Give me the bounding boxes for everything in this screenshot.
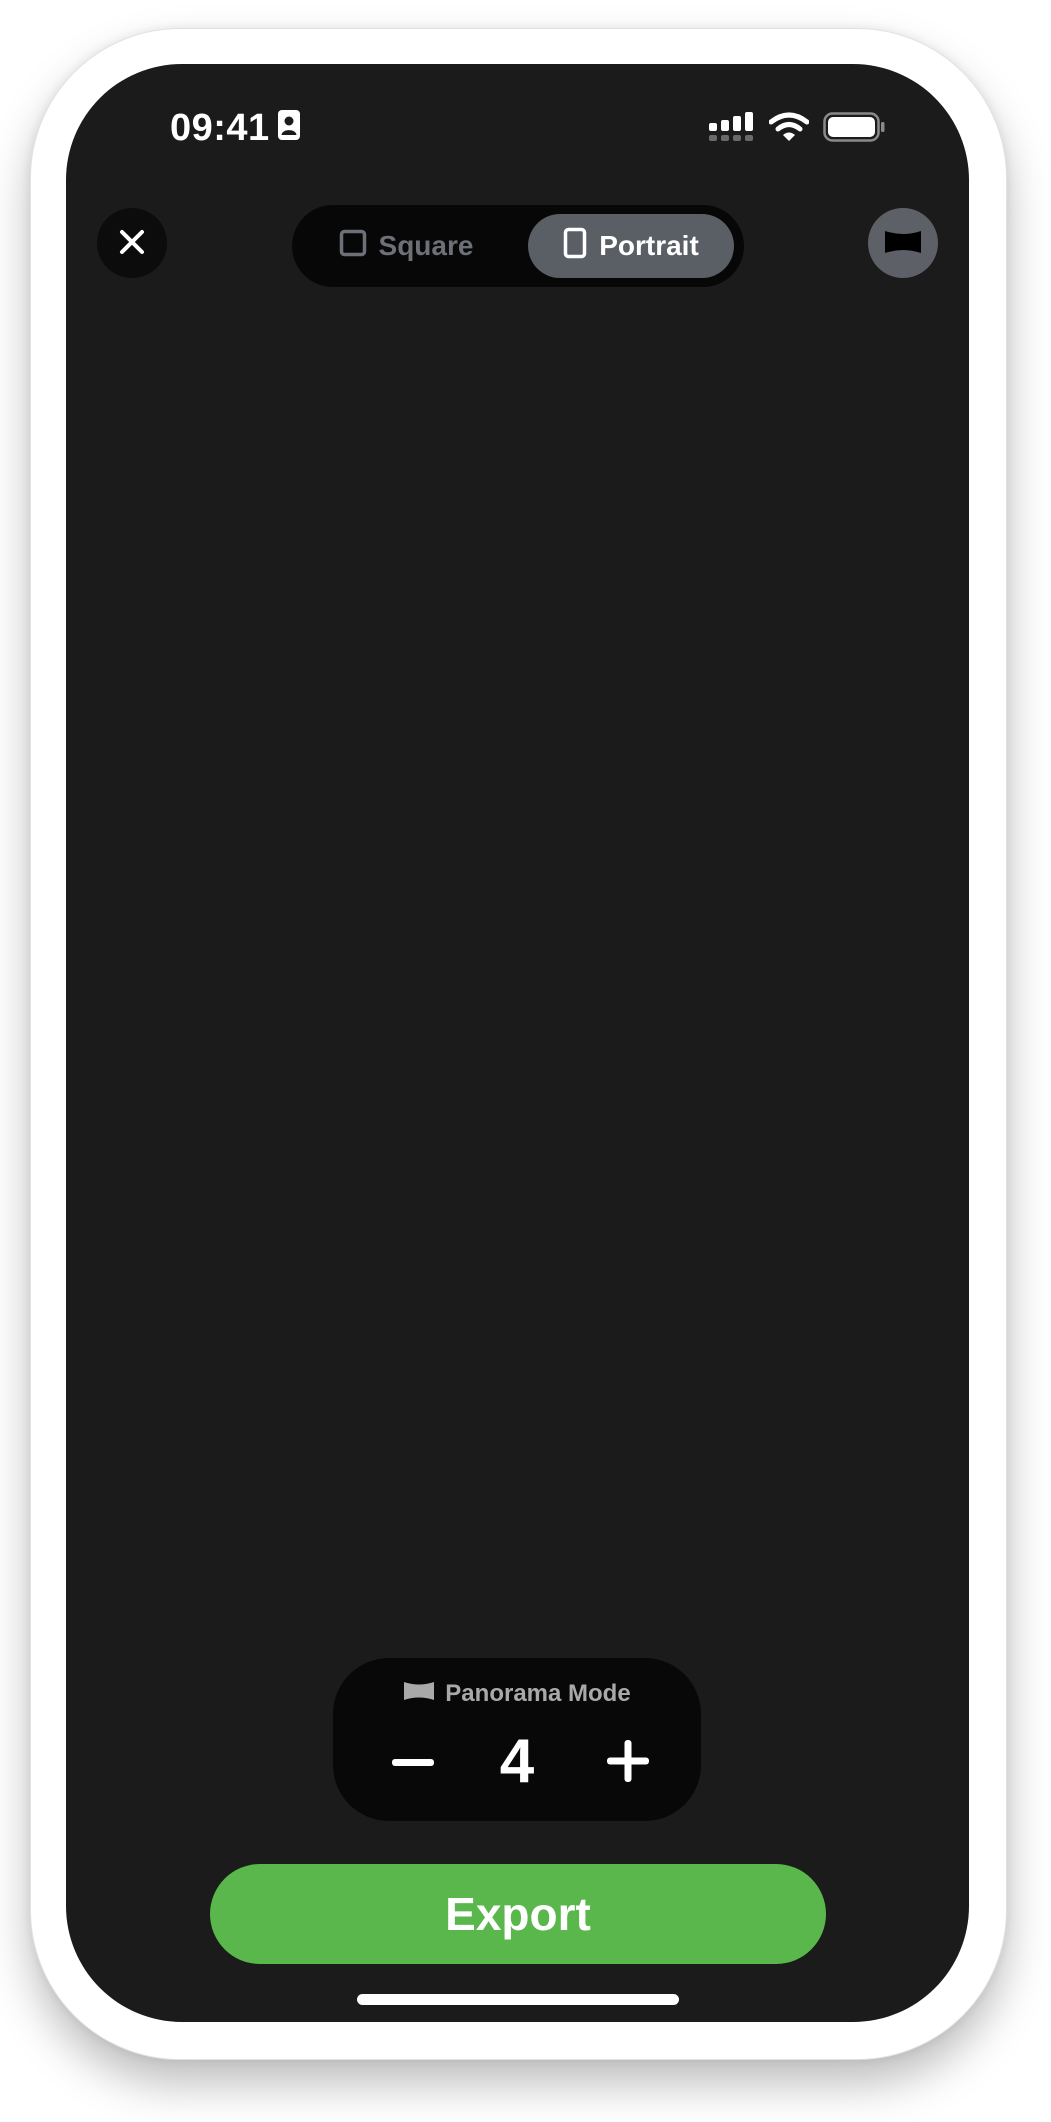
increment-button[interactable] (593, 1728, 663, 1798)
panorama-mode-header: Panorama Mode (333, 1679, 701, 1709)
status-indicators (709, 111, 885, 147)
home-indicator[interactable] (357, 1994, 679, 2005)
panorama-count-value: 4 (499, 1727, 535, 1796)
panorama-mode-title: Panorama Mode (445, 1680, 631, 1707)
plus-icon (607, 1739, 649, 1787)
minus-icon (392, 1754, 434, 1772)
panorama-icon (403, 1680, 435, 1709)
square-option[interactable]: Square (316, 214, 496, 278)
panorama-button[interactable] (868, 208, 938, 278)
contact-card-icon (277, 107, 300, 150)
page: 09:41 Square Portrait Panorama Mode 4 Ex… (0, 0, 1051, 2122)
close-button[interactable] (97, 208, 167, 278)
close-icon (119, 229, 145, 258)
portrait-option[interactable]: Portrait (528, 214, 734, 278)
square-icon (339, 229, 367, 264)
battery-icon (823, 111, 885, 147)
decrement-button[interactable] (378, 1728, 448, 1798)
cellular-signal-icon (709, 111, 755, 147)
export-button[interactable]: Export (210, 1864, 826, 1964)
panorama-icon (884, 229, 922, 258)
status-time-text: 09:41 (170, 106, 270, 149)
status-time: 09:41 (170, 104, 300, 152)
aspect-ratio-selector: Square Portrait (292, 205, 744, 287)
portrait-option-label: Portrait (599, 230, 699, 261)
wifi-icon (768, 112, 810, 147)
phone-screen: 09:41 Square Portrait Panorama Mode 4 Ex… (66, 64, 969, 2022)
square-option-label: Square (378, 230, 474, 261)
panorama-mode-panel: Panorama Mode 4 (333, 1658, 701, 1821)
portrait-icon (563, 227, 587, 266)
